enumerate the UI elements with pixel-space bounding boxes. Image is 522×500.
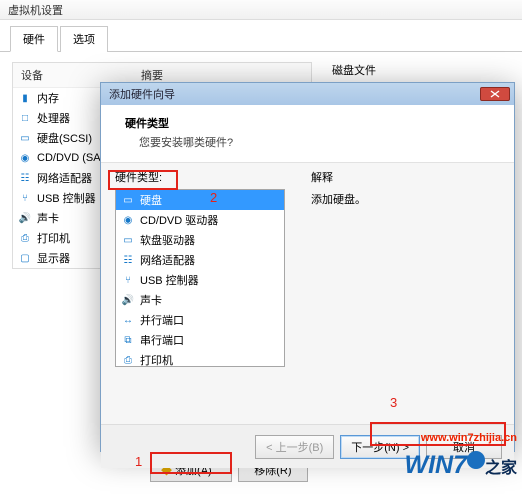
globe-icon xyxy=(467,451,485,469)
device-icon: 🔊 xyxy=(17,210,33,226)
device-icon: ◉ xyxy=(17,150,33,166)
device-icon: ☷ xyxy=(17,170,33,186)
hardware-icon: ◉ xyxy=(120,212,136,228)
hardware-type-item[interactable]: ⎙打印机 xyxy=(116,350,284,367)
device-icon: ⑂ xyxy=(17,190,33,206)
hardware-type-item[interactable]: ☷网络适配器 xyxy=(116,250,284,270)
watermark-suffix: 之家 xyxy=(485,460,517,477)
explanation-column: 解释 添加硬盘。 xyxy=(311,169,366,424)
hardware-icon: ↔ xyxy=(120,312,136,328)
tab-options[interactable]: 选项 xyxy=(60,26,108,52)
dialog-body: 硬件类型: ▭硬盘◉CD/DVD 驱动器▭软盘驱动器☷网络适配器⑂USB 控制器… xyxy=(101,162,514,424)
hardware-icon: ⑂ xyxy=(120,272,136,288)
hardware-types-label: 硬件类型: xyxy=(115,169,295,185)
hardware-icon: ⧉ xyxy=(120,332,136,348)
tabs: 硬件 选项 xyxy=(0,20,522,52)
hardware-type-list[interactable]: ▭硬盘◉CD/DVD 驱动器▭软盘驱动器☷网络适配器⑂USB 控制器🔊声卡↔并行… xyxy=(115,189,285,367)
dialog-subheading: 您要安装哪类硬件? xyxy=(139,134,500,150)
vm-settings-window: 虚拟机设置 硬件 选项 设备 摘要 ▮内存1 GB□处理器▭硬盘(SCSI)◉C… xyxy=(0,0,522,500)
hardware-type-item[interactable]: ◉CD/DVD 驱动器 xyxy=(116,210,284,230)
dialog-titlebar[interactable]: 添加硬件向导 xyxy=(101,83,514,105)
hardware-type-item[interactable]: ↔并行端口 xyxy=(116,310,284,330)
hardware-icon: ▭ xyxy=(120,192,136,208)
device-icon: ⎙ xyxy=(17,230,33,246)
hardware-type-item[interactable]: ▭硬盘 xyxy=(116,190,284,210)
explanation-label: 解释 xyxy=(311,169,366,185)
explanation-text: 添加硬盘。 xyxy=(311,191,366,207)
hardware-icon: ☷ xyxy=(120,252,136,268)
device-icon: ▢ xyxy=(17,250,33,266)
device-icon: □ xyxy=(17,110,33,126)
hardware-icon: ▭ xyxy=(120,232,136,248)
hardware-icon: ⎙ xyxy=(120,352,136,367)
hardware-type-item[interactable]: ⑂USB 控制器 xyxy=(116,270,284,290)
dialog-header: 硬件类型 您要安装哪类硬件? xyxy=(101,105,514,162)
dialog-title: 添加硬件向导 xyxy=(105,86,175,102)
add-hardware-wizard: 添加硬件向导 硬件类型 您要安装哪类硬件? 硬件类型: ▭硬盘◉CD/DVD 驱… xyxy=(100,82,515,452)
device-icon: ▮ xyxy=(17,90,33,106)
watermark-brand: WIN7 xyxy=(404,451,467,479)
back-button: < 上一步(B) xyxy=(255,435,334,459)
window-title: 虚拟机设置 xyxy=(0,0,522,20)
disk-file-label: 磁盘文件 xyxy=(332,62,482,78)
device-icon: ▭ xyxy=(17,130,33,146)
hardware-icon: 🔊 xyxy=(120,292,136,308)
watermark-logo: WIN7 之家 xyxy=(404,451,517,480)
dialog-heading: 硬件类型 xyxy=(125,115,500,131)
hardware-type-item[interactable]: ▭软盘驱动器 xyxy=(116,230,284,250)
close-icon xyxy=(490,90,500,98)
hardware-type-item[interactable]: 🔊声卡 xyxy=(116,290,284,310)
tab-hardware[interactable]: 硬件 xyxy=(10,26,58,52)
hardware-type-item[interactable]: ⧉串行端口 xyxy=(116,330,284,350)
close-button[interactable] xyxy=(480,87,510,101)
hardware-column: 硬件类型: ▭硬盘◉CD/DVD 驱动器▭软盘驱动器☷网络适配器⑂USB 控制器… xyxy=(115,169,295,424)
watermark-url: www.win7zhijia.cn xyxy=(421,432,517,444)
